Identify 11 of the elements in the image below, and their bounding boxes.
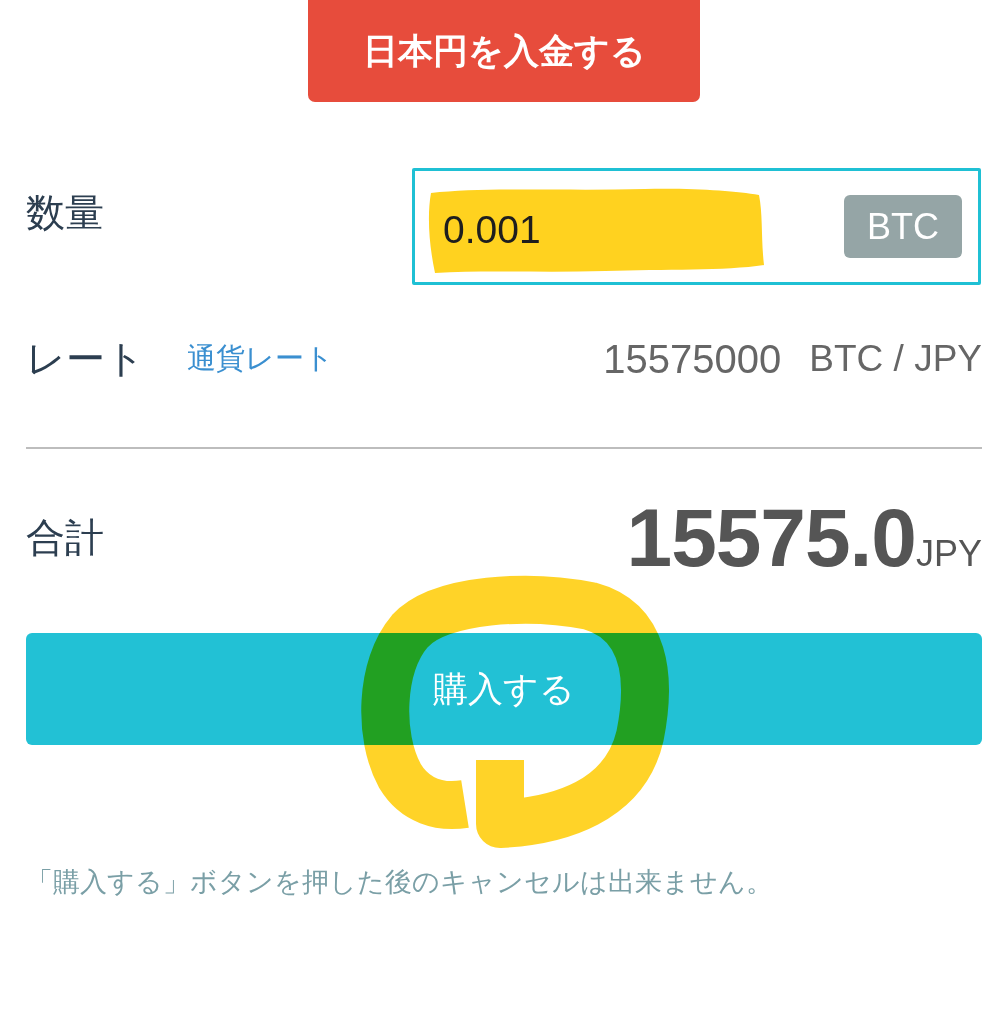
- currency-rate-link[interactable]: 通貨レート: [187, 339, 334, 379]
- rate-value: 15575000: [603, 336, 782, 382]
- currency-pair: BTC / JPY: [809, 338, 982, 380]
- total-amount: 15575.0: [626, 497, 916, 579]
- rate-label: レート: [26, 335, 145, 382]
- quantity-label: 数量: [26, 190, 104, 236]
- total-label: 合計: [26, 514, 104, 561]
- cancel-notice: 「購入する」ボタンを押した後のキャンセルは出来ません。: [26, 866, 774, 899]
- total-currency: JPY: [915, 536, 982, 572]
- deposit-button[interactable]: 日本円を入金する: [308, 0, 700, 102]
- unit-tag: BTC: [844, 195, 962, 258]
